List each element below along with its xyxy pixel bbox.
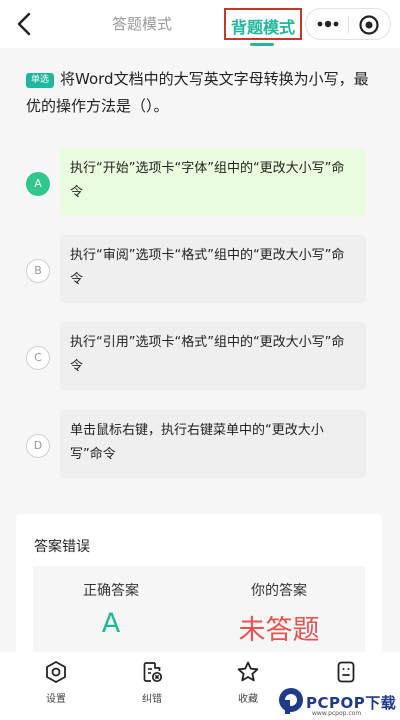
option-a[interactable]: A 执行“开始”选项卡“字体”组中的“更改大小写”命令 bbox=[0, 148, 400, 220]
option-text: 执行“审阅”选项卡“格式”组中的“更改大小写”命令 bbox=[60, 235, 366, 303]
question-text-block: 单选 将Word文档中的大写英文字母转换为小写，最优的操作方法是（）。 bbox=[26, 66, 378, 120]
tab-answer-mode[interactable]: 答题模式 bbox=[112, 13, 172, 34]
option-text: 执行“引用”选项卡“格式”组中的“更改大小写”命令 bbox=[60, 322, 366, 390]
more-dots-icon[interactable] bbox=[315, 15, 341, 33]
top-header: 答题模式 背题模式 bbox=[0, 0, 400, 48]
back-arrow-icon[interactable] bbox=[12, 10, 38, 38]
your-answer-value: 未答题 bbox=[238, 615, 320, 646]
settings-label: 设置 bbox=[46, 694, 66, 705]
question-text: 将Word文档中的大写英文字母转换为小写，最优的操作方法是（）。 bbox=[26, 70, 369, 115]
pcpop-watermark: PCPOP下载 www.pcpop.com bbox=[276, 684, 400, 720]
pcpop-logo-icon bbox=[279, 688, 303, 714]
star-icon bbox=[237, 661, 259, 682]
option-text: 单击鼠标右键，执行右键菜单中的“更改大小写”命令 bbox=[60, 410, 366, 478]
active-tab-indicator bbox=[250, 43, 274, 46]
option-letter: B bbox=[26, 259, 50, 283]
option-c[interactable]: C 执行“引用”选项卡“格式”组中的“更改大小写”命令 bbox=[0, 322, 400, 394]
option-d[interactable]: D 单击鼠标右键，执行右键菜单中的“更改大小写”命令 bbox=[0, 410, 400, 482]
answer-sheet-icon bbox=[337, 661, 355, 683]
favorite-label: 收藏 bbox=[238, 694, 258, 705]
correct-answer-value: A bbox=[101, 608, 121, 639]
watermark-url: www.pcpop.com bbox=[312, 710, 362, 717]
result-title: 答案错误 bbox=[34, 539, 90, 555]
report-error-icon bbox=[143, 662, 163, 683]
mini-program-capsule bbox=[305, 8, 391, 40]
favorite-button[interactable]: 收藏 bbox=[218, 660, 278, 705]
hexagon-settings-icon bbox=[46, 661, 66, 683]
close-target-icon[interactable] bbox=[358, 14, 380, 36]
correct-answer-label: 正确答案 bbox=[83, 583, 139, 599]
capsule-divider bbox=[348, 16, 349, 33]
option-b[interactable]: B 执行“审阅”选项卡“格式”组中的“更改大小写”命令 bbox=[0, 235, 400, 307]
answer-result-card: 答案错误 正确答案 A 你的答案 未答题 bbox=[16, 514, 382, 674]
option-letter: C bbox=[26, 346, 50, 370]
report-error-button[interactable]: 纠错 bbox=[122, 660, 182, 705]
option-letter: D bbox=[26, 434, 50, 458]
settings-button[interactable]: 设置 bbox=[26, 660, 86, 705]
question-type-badge: 单选 bbox=[26, 73, 55, 88]
option-text: 执行“开始”选项卡“字体”组中的“更改大小写”命令 bbox=[60, 148, 366, 216]
your-answer-label: 你的答案 bbox=[251, 583, 307, 599]
option-letter: A bbox=[26, 172, 50, 196]
tab-recite-mode[interactable]: 背题模式 bbox=[224, 8, 303, 40]
report-error-label: 纠错 bbox=[142, 694, 162, 705]
